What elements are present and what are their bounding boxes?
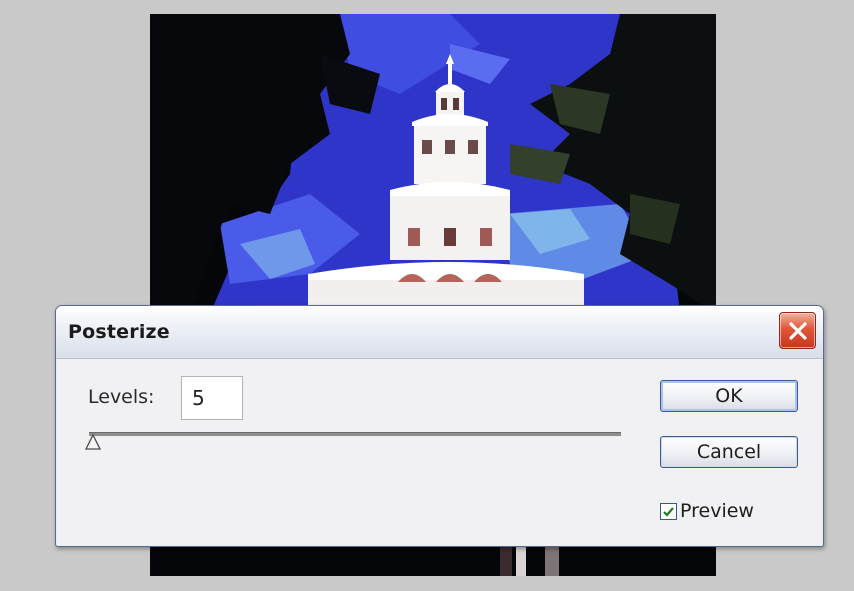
ok-button-label: OK [715,385,743,407]
posterize-dialog: Posterize Levels: OK Cancel Preview [55,305,824,547]
close-x-icon [788,321,807,340]
preview-checkbox[interactable] [660,502,677,520]
ok-button[interactable]: OK [660,380,798,412]
levels-label: Levels: [88,386,155,408]
levels-slider-track[interactable] [89,432,621,436]
preview-toggle[interactable]: Preview [660,500,754,522]
cancel-button[interactable]: Cancel [660,436,798,468]
dialog-title: Posterize [68,321,170,343]
dialog-titlebar[interactable]: Posterize [56,306,823,359]
preview-label: Preview [680,500,754,522]
levels-input[interactable] [181,376,243,420]
checkmark-icon [663,506,674,517]
cancel-button-label: Cancel [696,441,762,463]
close-button[interactable] [779,312,816,349]
triangle-slider-thumb-icon[interactable] [84,433,102,453]
